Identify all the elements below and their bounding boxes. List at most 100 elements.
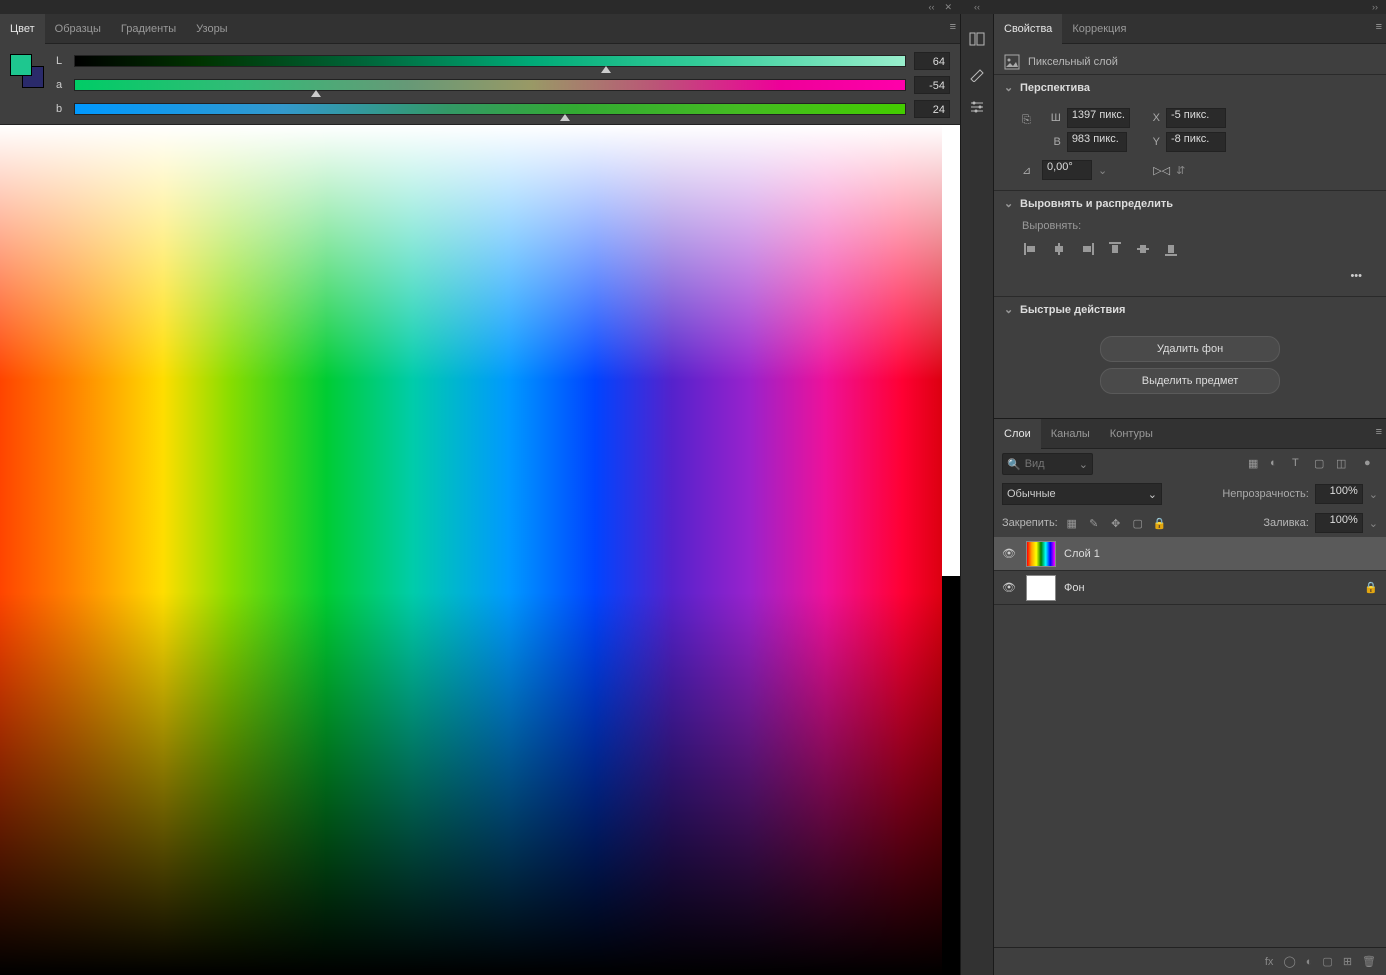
filter-type-icon[interactable]: T xyxy=(1292,457,1306,471)
width-input[interactable]: 1397 пикс. xyxy=(1067,108,1130,128)
brush-icon[interactable] xyxy=(966,62,988,84)
color-tabs: Цвет Образцы Градиенты Узоры ≡ xyxy=(0,14,960,44)
slider-L-value[interactable]: 64 xyxy=(914,52,950,70)
slider-a-label: a xyxy=(56,79,66,91)
align-chevron-icon[interactable]: ⌄ xyxy=(1004,197,1014,210)
tab-gradients[interactable]: Градиенты xyxy=(111,14,186,44)
layer-type-label: Пиксельный слой xyxy=(1028,56,1118,68)
color-swatches[interactable] xyxy=(10,54,46,90)
tab-swatches[interactable]: Образцы xyxy=(45,14,111,44)
tab-paths[interactable]: Контуры xyxy=(1100,419,1163,449)
layer-name[interactable]: Фон xyxy=(1064,582,1085,594)
opacity-dropdown-icon[interactable]: ⌄ xyxy=(1369,488,1378,501)
foreground-swatch[interactable] xyxy=(10,54,32,76)
tab-properties[interactable]: Свойства xyxy=(994,14,1062,44)
blend-mode-select[interactable]: Обычные⌄ xyxy=(1002,483,1162,505)
align-vcenter-icon[interactable] xyxy=(1134,240,1152,258)
adjustments-icon[interactable] xyxy=(966,96,988,118)
flip-h-icon[interactable]: ▷◁ xyxy=(1153,164,1170,177)
lock-artboard-icon[interactable]: ▢ xyxy=(1130,515,1146,531)
align-title: Выровнять и распределить xyxy=(1020,198,1173,210)
opacity-label: Непрозрачность: xyxy=(1222,488,1308,500)
slider-b-label: b xyxy=(56,103,66,115)
panel-menu-icon[interactable]: ≡ xyxy=(950,21,956,33)
tab-color[interactable]: Цвет xyxy=(0,14,45,44)
slider-a-value[interactable]: -54 xyxy=(914,76,950,94)
layer-type-icon xyxy=(1004,54,1020,70)
tab-adjustments[interactable]: Коррекция xyxy=(1062,14,1136,44)
blend-dropdown-icon: ⌄ xyxy=(1148,488,1157,501)
filter-smart-icon[interactable]: ◫ xyxy=(1336,457,1350,471)
delete-layer-icon[interactable]: 🗑 xyxy=(1362,955,1376,968)
new-layer-icon[interactable]: ⊞ xyxy=(1343,955,1352,968)
tab-channels[interactable]: Каналы xyxy=(1041,419,1100,449)
slider-L-label: L xyxy=(56,55,66,67)
layer-name[interactable]: Слой 1 xyxy=(1064,548,1100,560)
group-icon[interactable]: ▢ xyxy=(1322,955,1332,968)
close-panel-icon[interactable]: ✕ xyxy=(944,2,952,13)
align-hcenter-icon[interactable] xyxy=(1050,240,1068,258)
lock-all-icon[interactable]: 🔒 xyxy=(1152,515,1168,531)
x-label: X xyxy=(1146,112,1160,124)
slider-b[interactable] xyxy=(74,103,906,115)
angle-input[interactable]: 0,00° xyxy=(1042,160,1092,180)
flip-v-icon[interactable]: ⇵ xyxy=(1176,164,1185,177)
fill-label: Заливка: xyxy=(1263,517,1308,529)
collapse-left-icon[interactable]: ‹‹ xyxy=(928,2,934,12)
angle-dropdown-icon[interactable]: ⌄ xyxy=(1098,164,1107,177)
select-subject-button[interactable]: Выделить предмет xyxy=(1100,368,1280,394)
height-input[interactable]: 983 пикс. xyxy=(1067,132,1127,152)
opacity-input[interactable]: 100% xyxy=(1315,484,1363,504)
lock-icon[interactable]: 🔒 xyxy=(1364,581,1378,594)
lock-brush-icon[interactable]: ✎ xyxy=(1086,515,1102,531)
actions-chevron-icon[interactable]: ⌄ xyxy=(1004,303,1014,316)
filter-shape-icon[interactable]: ▢ xyxy=(1314,457,1328,471)
layer-search-input[interactable] xyxy=(1025,458,1075,470)
lock-pixels-icon[interactable]: ▦ xyxy=(1064,515,1080,531)
fill-input[interactable]: 100% xyxy=(1315,513,1363,533)
slider-b-value[interactable]: 24 xyxy=(914,100,950,118)
filter-pixel-icon[interactable]: ▦ xyxy=(1248,457,1262,471)
layer-thumbnail[interactable] xyxy=(1026,575,1056,601)
color-spectrum[interactable] xyxy=(0,125,960,975)
align-right-icon[interactable] xyxy=(1078,240,1096,258)
adjustment-layer-icon[interactable]: ◐ xyxy=(1306,956,1313,968)
y-input[interactable]: -8 пикс. xyxy=(1166,132,1226,152)
mask-icon[interactable]: ◯ xyxy=(1283,955,1295,968)
expand-right-icon[interactable]: ›› xyxy=(1372,2,1378,12)
search-dropdown-icon[interactable]: ⌄ xyxy=(1079,458,1088,471)
slider-L[interactable] xyxy=(74,55,906,67)
lock-move-icon[interactable]: ✥ xyxy=(1108,515,1124,531)
layers-menu-icon[interactable]: ≡ xyxy=(1376,426,1382,438)
align-more-icon[interactable]: ••• xyxy=(1022,266,1376,286)
properties-menu-icon[interactable]: ≡ xyxy=(1376,21,1382,33)
y-label: Y xyxy=(1146,136,1160,148)
link-wh-icon[interactable]: ⎘ xyxy=(1022,114,1031,127)
dock-icon-1[interactable] xyxy=(966,28,988,50)
expand-dock-icon[interactable]: ‹‹ xyxy=(974,2,980,12)
slider-a[interactable] xyxy=(74,79,906,91)
align-left-icon[interactable] xyxy=(1022,240,1040,258)
layer-item[interactable]: 👁 Фон 🔒 xyxy=(994,571,1386,605)
filter-adjust-icon[interactable]: ◐ xyxy=(1270,457,1284,471)
fill-dropdown-icon[interactable]: ⌄ xyxy=(1369,517,1378,530)
transform-title: Перспектива xyxy=(1020,82,1090,94)
transform-chevron-icon[interactable]: ⌄ xyxy=(1004,81,1014,94)
filter-toggle-icon[interactable]: ● xyxy=(1364,457,1378,471)
layer-thumbnail[interactable] xyxy=(1026,541,1056,567)
align-top-icon[interactable] xyxy=(1106,240,1124,258)
layers-tabs: Слои Каналы Контуры ≡ xyxy=(994,419,1386,449)
layer-item[interactable]: 👁 Слой 1 xyxy=(994,537,1386,571)
tab-layers[interactable]: Слои xyxy=(994,419,1041,449)
search-icon: 🔍 xyxy=(1007,458,1021,471)
align-subtitle: Выровнять: xyxy=(1022,220,1376,232)
visibility-icon[interactable]: 👁 xyxy=(1002,581,1018,594)
visibility-icon[interactable]: 👁 xyxy=(1002,547,1018,560)
x-input[interactable]: -5 пикс. xyxy=(1166,108,1226,128)
properties-tabs: Свойства Коррекция ≡ xyxy=(994,14,1386,44)
layer-search[interactable]: 🔍 ⌄ xyxy=(1002,453,1093,475)
remove-bg-button[interactable]: Удалить фон xyxy=(1100,336,1280,362)
tab-patterns[interactable]: Узоры xyxy=(186,14,237,44)
fx-icon[interactable]: fx xyxy=(1265,956,1274,968)
align-bottom-icon[interactable] xyxy=(1162,240,1180,258)
